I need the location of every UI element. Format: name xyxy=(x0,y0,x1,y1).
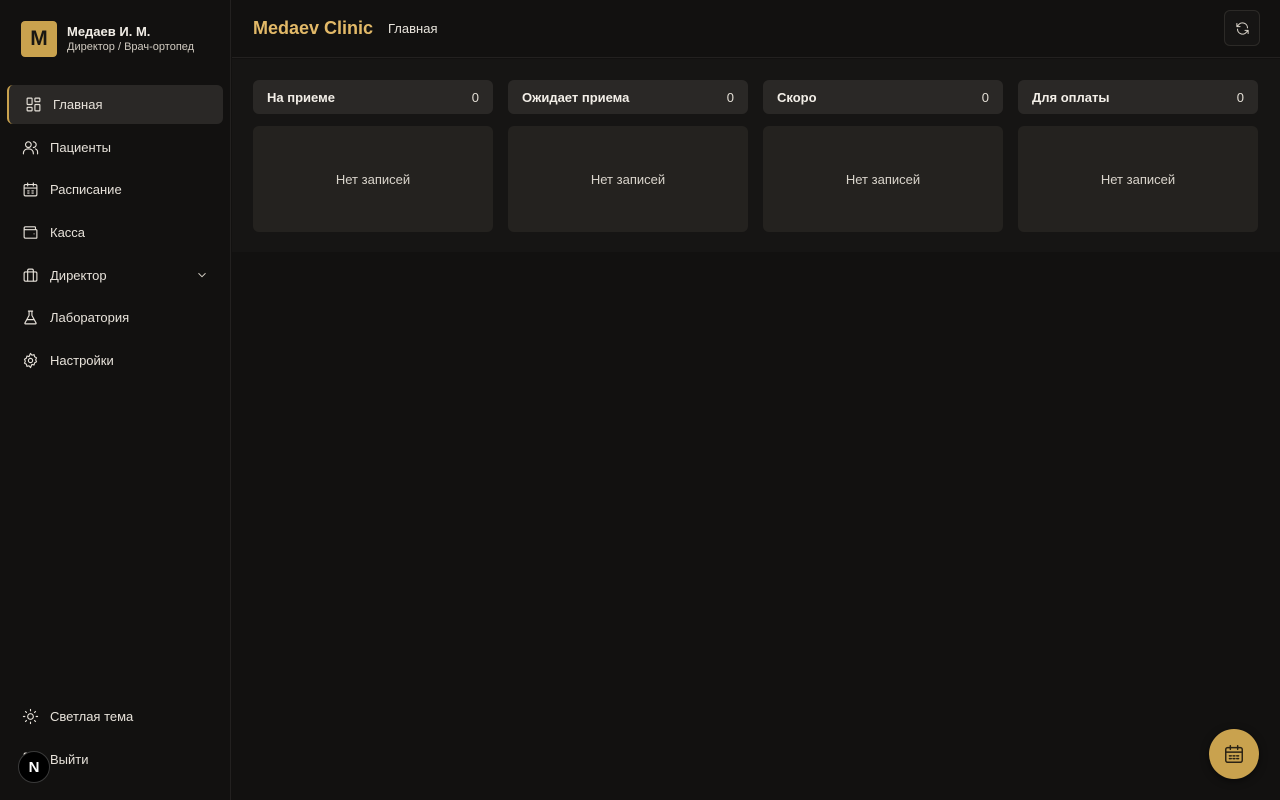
sidebar-item-label: Расписание xyxy=(50,182,122,198)
sidebar-item-settings[interactable]: Настройки xyxy=(7,341,223,380)
column-payment: Для оплаты 0 Нет записей xyxy=(1018,80,1258,232)
sidebar-item-label: Лаборатория xyxy=(50,310,130,326)
sidebar-item-patients[interactable]: Пациенты xyxy=(7,128,223,167)
sidebar-item-label: Настройки xyxy=(50,353,114,369)
brand-title[interactable]: Medaev Clinic xyxy=(253,18,373,39)
column-count: 0 xyxy=(726,89,734,105)
column-count: 0 xyxy=(1236,89,1244,105)
avatar: M xyxy=(21,21,57,57)
sidebar-item-label: Главная xyxy=(53,97,103,112)
sidebar-item-laboratory[interactable]: Лаборатория xyxy=(7,298,223,337)
flask-icon xyxy=(21,309,39,327)
briefcase-icon xyxy=(21,266,39,284)
gear-icon xyxy=(21,352,39,370)
users-icon xyxy=(21,138,39,156)
sidebar-item-label: Касса xyxy=(50,225,86,241)
user-profile[interactable]: M Медаев И. М. Директор / Врач-ортопед xyxy=(21,21,194,57)
main-nav: Главная Пациенты Расписание Касса Директ… xyxy=(7,85,223,384)
breadcrumb: Главная xyxy=(388,21,438,36)
top-header: Medaev Clinic Главная xyxy=(232,0,1280,58)
column-count: 0 xyxy=(981,89,989,105)
empty-state: Нет записей xyxy=(253,126,493,232)
chevron-down-icon[interactable] xyxy=(195,268,209,282)
sun-icon xyxy=(21,708,39,726)
dashboard-icon xyxy=(24,96,42,114)
user-role: Директор / Врач-ортопед xyxy=(67,40,195,53)
calendar-icon xyxy=(21,181,39,199)
empty-state: Нет записей xyxy=(1018,126,1258,232)
sidebar-item-cashbox[interactable]: Касса xyxy=(7,213,223,252)
sidebar-item-home[interactable]: Главная xyxy=(7,85,223,124)
column-title: Для оплаты xyxy=(1032,89,1110,105)
sidebar-item-director[interactable]: Директор xyxy=(7,256,223,295)
empty-state: Нет записей xyxy=(763,126,1003,232)
sidebar-item-label: Директор xyxy=(50,267,107,283)
calendar-icon xyxy=(1223,743,1245,765)
wallet-icon xyxy=(21,224,39,242)
column-soon: Скоро 0 Нет записей xyxy=(763,80,1003,232)
column-header: Скоро 0 xyxy=(763,80,1003,114)
column-title: Скоро xyxy=(777,89,817,105)
sidebar-item-label: Светлая тема xyxy=(50,709,134,724)
refresh-icon xyxy=(1235,21,1250,36)
empty-state: Нет записей xyxy=(508,126,748,232)
sidebar-item-label: Пациенты xyxy=(50,139,111,155)
status-board: На приеме 0 Нет записей Ожидает приема 0… xyxy=(232,59,1280,252)
new-appointment-button[interactable] xyxy=(1209,729,1259,779)
refresh-button[interactable] xyxy=(1224,10,1260,46)
sidebar-item-schedule[interactable]: Расписание xyxy=(7,170,223,209)
column-in-appointment: На приеме 0 Нет записей xyxy=(253,80,493,232)
user-name: Медаев И. М. xyxy=(67,23,151,39)
column-title: На приеме xyxy=(267,89,335,105)
column-count: 0 xyxy=(471,89,479,105)
column-title: Ожидает приема xyxy=(522,89,630,105)
column-header: На приеме 0 xyxy=(253,80,493,114)
column-waiting: Ожидает приема 0 Нет записей xyxy=(508,80,748,232)
sidebar-item-label: Выйти xyxy=(50,751,89,767)
dev-tools-badge[interactable]: N xyxy=(18,751,50,783)
column-header: Ожидает приема 0 xyxy=(508,80,748,114)
sidebar: M Медаев И. М. Директор / Врач-ортопед Г… xyxy=(0,0,231,800)
theme-toggle[interactable]: Светлая тема xyxy=(7,697,223,736)
column-header: Для оплаты 0 xyxy=(1018,80,1258,114)
